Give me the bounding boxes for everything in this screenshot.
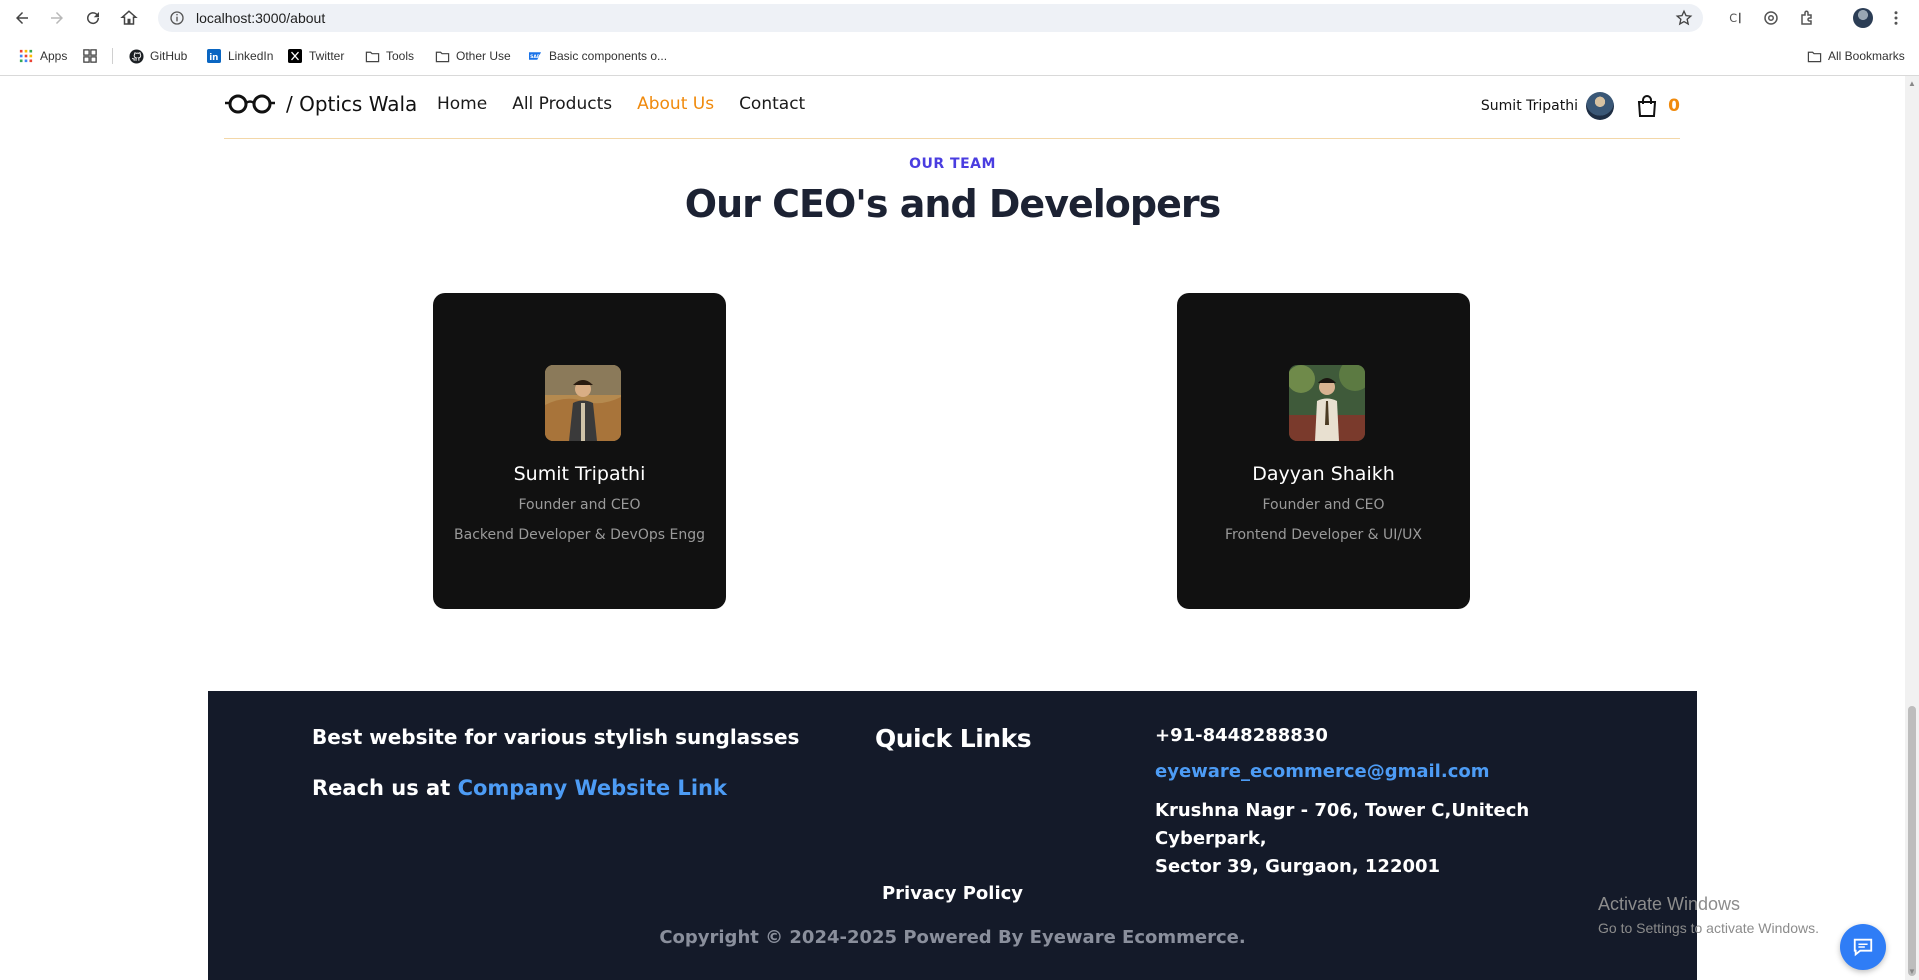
activate-windows-title: Activate Windows (1598, 894, 1741, 914)
folder-icon (1806, 48, 1822, 64)
reload-icon (87, 12, 100, 25)
extension-icon[interactable]: C (1725, 7, 1747, 29)
shopping-bag-icon (1638, 95, 1657, 117)
bookmark-label: Twitter (309, 49, 345, 63)
address-bar[interactable]: localhost:3000/about (158, 4, 1703, 32)
privacy-policy-link[interactable]: Privacy Policy (208, 883, 1697, 904)
scrollbar-thumb[interactable] (1908, 706, 1916, 976)
user-name: Sumit Tripathi (1480, 98, 1578, 114)
arrow-left-icon (16, 12, 28, 24)
user-menu[interactable]: Sumit Tripathi (1481, 92, 1614, 120)
bookmark-label: All Bookmarks (1828, 49, 1905, 63)
svg-text:in: in (209, 53, 218, 63)
nav-home[interactable]: Home (437, 94, 487, 114)
bookmark-label: Apps (40, 49, 68, 63)
extension-icon[interactable] (1760, 7, 1782, 29)
bookmark-label: Other Use (456, 49, 511, 63)
apps-grid-icon (18, 48, 34, 64)
scroll-up-icon[interactable]: ▲ (1908, 80, 1916, 88)
nav-all-products[interactable]: All Products (512, 94, 612, 114)
bookmark-folder-tools[interactable]: Tools (364, 46, 414, 66)
user-avatar (1586, 92, 1614, 120)
team-member-role: Founder and CEO (518, 497, 641, 513)
home-button[interactable] (117, 6, 141, 30)
team-card: Dayyan Shaikh Founder and CEO Frontend D… (1177, 293, 1470, 609)
cart-count: 0 (1668, 96, 1680, 116)
back-button[interactable] (10, 6, 34, 30)
svg-text:SAP: SAP (530, 54, 541, 60)
bookmark-tab-groups[interactable] (82, 46, 98, 66)
bookmarks-bar: Apps GitHub in LinkedIn Twitter Tools Ot (0, 36, 1919, 76)
chat-button[interactable] (1840, 924, 1886, 970)
nav-about-us[interactable]: About Us (637, 94, 714, 114)
cart-button[interactable]: 0 (1636, 94, 1680, 118)
address-line: Sector 39, Gurgaon, 122001 (1155, 856, 1441, 877)
arrow-right-icon (51, 12, 63, 24)
team-member-role: Founder and CEO (1262, 497, 1385, 513)
quick-links-heading: Quick Links (875, 724, 1032, 753)
site-footer: Best website for various stylish sunglas… (208, 691, 1697, 980)
reach-prefix: Reach us at (312, 776, 451, 800)
scroll-down-icon[interactable]: ▼ (1908, 968, 1916, 976)
glasses-icon (225, 94, 275, 114)
team-member-photo (545, 365, 621, 441)
nav-contact[interactable]: Contact (739, 94, 805, 114)
bookmark-apps[interactable]: Apps (18, 46, 67, 66)
bookmark-folder-other-use[interactable]: Other Use (434, 46, 511, 66)
bookmark-label: GitHub (150, 49, 188, 63)
page-scrollbar[interactable]: ▲ ▼ (1905, 76, 1919, 980)
bookmark-basic-components[interactable]: SAP Basic components o... (527, 46, 667, 66)
sap-icon: SAP (527, 48, 543, 64)
team-member-photo (1289, 365, 1365, 441)
linkedin-icon: in (206, 48, 222, 64)
bookmark-label: Tools (386, 49, 415, 63)
brand-name: / Optics Wala (286, 92, 418, 116)
team-member-description: Frontend Developer & UI/UX (1225, 527, 1422, 543)
main-nav: Home All Products About Us Contact (437, 94, 805, 114)
extensions-puzzle-icon[interactable] (1797, 7, 1819, 29)
bookmark-star-icon[interactable] (1675, 9, 1693, 27)
team-card: Sumit Tripathi Founder and CEO Backend D… (433, 293, 726, 609)
chat-bubble-icon (1853, 938, 1873, 957)
grid-icon (82, 48, 98, 64)
profile-avatar[interactable] (1853, 8, 1873, 28)
section-eyebrow: OUR TEAM (909, 156, 996, 172)
bookmark-linkedin[interactable]: in LinkedIn (206, 46, 273, 66)
activate-windows-subtitle: Go to Settings to activate Windows. (1598, 920, 1819, 936)
svg-text:C: C (1729, 12, 1737, 25)
footer-email-link[interactable]: eyeware_ecommerce@gmail.com (1155, 761, 1490, 782)
footer-phone: +91-8448288830 (1155, 725, 1328, 746)
section-title: Our CEO's and Developers (684, 182, 1221, 226)
bookmark-label: LinkedIn (228, 49, 274, 63)
home-icon (120, 10, 138, 25)
team-member-name: Sumit Tripathi (513, 463, 646, 485)
footer-tagline: Best website for various stylish sunglas… (312, 725, 800, 749)
footer-reach-us: Reach us at Company Website Link (312, 776, 727, 800)
team-member-description: Backend Developer & DevOps Engg (454, 527, 705, 543)
folder-icon (364, 48, 380, 64)
team-member-name: Dayyan Shaikh (1252, 463, 1395, 485)
site-header: / Optics Wala Home All Products About Us… (224, 76, 1680, 139)
folder-icon (434, 48, 450, 64)
browser-toolbar: localhost:3000/about C (0, 0, 1919, 36)
company-website-link[interactable]: Company Website Link (458, 776, 727, 800)
forward-button[interactable] (45, 6, 69, 30)
menu-kebab-icon[interactable] (1885, 7, 1907, 29)
footer-address: Krushna Nagr - 706, Tower C,Unitech Cybe… (1155, 797, 1615, 881)
reload-button[interactable] (81, 6, 105, 30)
footer-copyright: Copyright © 2024-2025 Powered By Eyeware… (659, 927, 1246, 948)
site-logo[interactable]: / Optics Wala (224, 92, 417, 116)
x-twitter-icon (287, 48, 303, 64)
url-text[interactable]: localhost:3000/about (196, 10, 325, 26)
github-icon (128, 48, 144, 64)
bookmark-twitter[interactable]: Twitter (287, 46, 344, 66)
bookmark-label: Basic components o... (549, 49, 668, 63)
bookmark-separator (112, 48, 113, 64)
all-bookmarks[interactable]: All Bookmarks (1806, 46, 1905, 66)
bookmark-github[interactable]: GitHub (128, 46, 187, 66)
address-line: Krushna Nagr - 706, Tower C,Unitech Cybe… (1155, 800, 1530, 849)
page-viewport: / Optics Wala Home All Products About Us… (0, 76, 1919, 980)
site-info-icon[interactable] (168, 9, 186, 27)
